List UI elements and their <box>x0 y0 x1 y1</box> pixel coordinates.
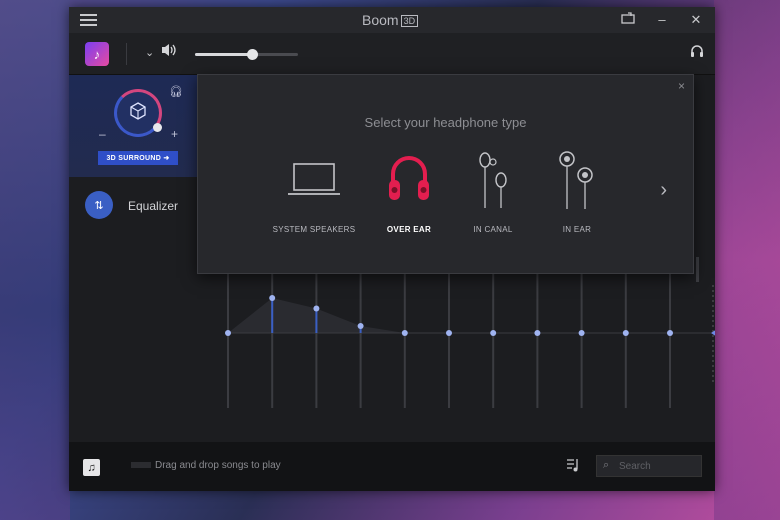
app-title-text: Boom <box>362 12 399 28</box>
search-input[interactable] <box>619 459 697 473</box>
surround-dial-knob[interactable] <box>153 123 162 132</box>
headphone-small-icon: 🎧︎ <box>169 86 183 98</box>
title-bar: Boom 3D – ✕ <box>69 7 715 33</box>
option-in-ear[interactable]: IN EAR <box>527 151 627 241</box>
drop-hint-text: Drag and drop songs to play <box>155 460 281 471</box>
option-system-speakers[interactable]: SYSTEM SPEAKERS <box>264 151 364 241</box>
close-button[interactable]: ✕ <box>687 12 705 28</box>
boom-app-window: Boom 3D – ✕ ♪ ⌄ 🎧︎ – + 3D SURROUND ➜ ⇅ E… <box>69 7 715 491</box>
equalizer-label: Equalizer <box>128 199 179 213</box>
search-icon: ⌕ <box>603 459 610 471</box>
headphone-icon[interactable] <box>690 44 704 61</box>
mini-player-icon[interactable] <box>619 12 637 27</box>
eq-band-knob[interactable] <box>446 330 452 336</box>
volume-slider-fill <box>195 53 252 56</box>
volume-slider[interactable] <box>195 49 298 60</box>
equalizer-icon: ⇅ <box>85 191 113 219</box>
option-label: SYSTEM SPEAKERS <box>272 225 356 234</box>
desktop-background-right <box>714 0 780 520</box>
in-ear-earbud-icon <box>527 151 627 209</box>
playlist-icon[interactable] <box>565 457 581 476</box>
surround-decrease-button[interactable]: – <box>99 127 106 141</box>
menu-icon[interactable] <box>80 14 97 26</box>
drop-hint-bar <box>131 462 151 469</box>
volume-icon[interactable] <box>160 42 178 63</box>
eq-band-knob[interactable] <box>622 330 629 336</box>
popup-title: Select your headphone type <box>364 115 527 130</box>
equalizer-row[interactable]: ⇅ Equalizer <box>69 187 197 231</box>
app-title: Boom 3D <box>362 12 419 28</box>
popup-close-button[interactable]: × <box>678 79 685 93</box>
scrollbar[interactable] <box>696 257 699 282</box>
eq-band-knob[interactable] <box>225 330 231 336</box>
player-bar: ♫ Drag and drop songs to play ⌕ <box>69 442 715 491</box>
minimize-button[interactable]: – <box>653 12 671 27</box>
eq-band-knob[interactable] <box>534 330 541 336</box>
desktop-background-left <box>0 0 70 520</box>
cube-icon <box>128 101 148 126</box>
eq-band-knob[interactable] <box>357 323 364 329</box>
eq-band-knob[interactable] <box>578 330 585 336</box>
option-label: IN EAR <box>562 225 592 234</box>
boom-logo-icon[interactable]: ♪ <box>85 42 109 66</box>
laptop-icon <box>264 151 364 209</box>
3d-surround-panel: 🎧︎ – + 3D SURROUND ➜ <box>69 75 197 177</box>
app-title-badge: 3D <box>400 15 419 28</box>
chevron-down-icon[interactable]: ⌄ <box>145 46 154 59</box>
eq-band-knob[interactable] <box>490 330 497 336</box>
eq-band-knob[interactable] <box>667 330 673 336</box>
headphone-type-popup: × Select your headphone type SYSTEM SPEA… <box>197 74 694 274</box>
sidebar: 🎧︎ – + 3D SURROUND ➜ ⇅ Equalizer <box>69 75 197 231</box>
next-arrow-icon[interactable]: › <box>660 179 667 202</box>
surround-increase-button[interactable]: + <box>171 127 178 141</box>
3d-surround-button[interactable]: 3D SURROUND ➜ <box>98 151 178 165</box>
search-box[interactable]: ⌕ <box>596 455 702 477</box>
eq-band-knob[interactable] <box>313 305 320 312</box>
eq-band-knob[interactable] <box>401 330 408 336</box>
surround-dial[interactable] <box>114 89 162 137</box>
music-library-icon[interactable]: ♫ <box>83 459 100 476</box>
drop-hint: Drag and drop songs to play <box>131 460 281 471</box>
toolbar: ♪ ⌄ <box>69 33 715 75</box>
volume-slider-knob[interactable] <box>246 49 258 60</box>
toolbar-divider <box>126 43 127 65</box>
eq-band-knob[interactable] <box>269 295 276 301</box>
